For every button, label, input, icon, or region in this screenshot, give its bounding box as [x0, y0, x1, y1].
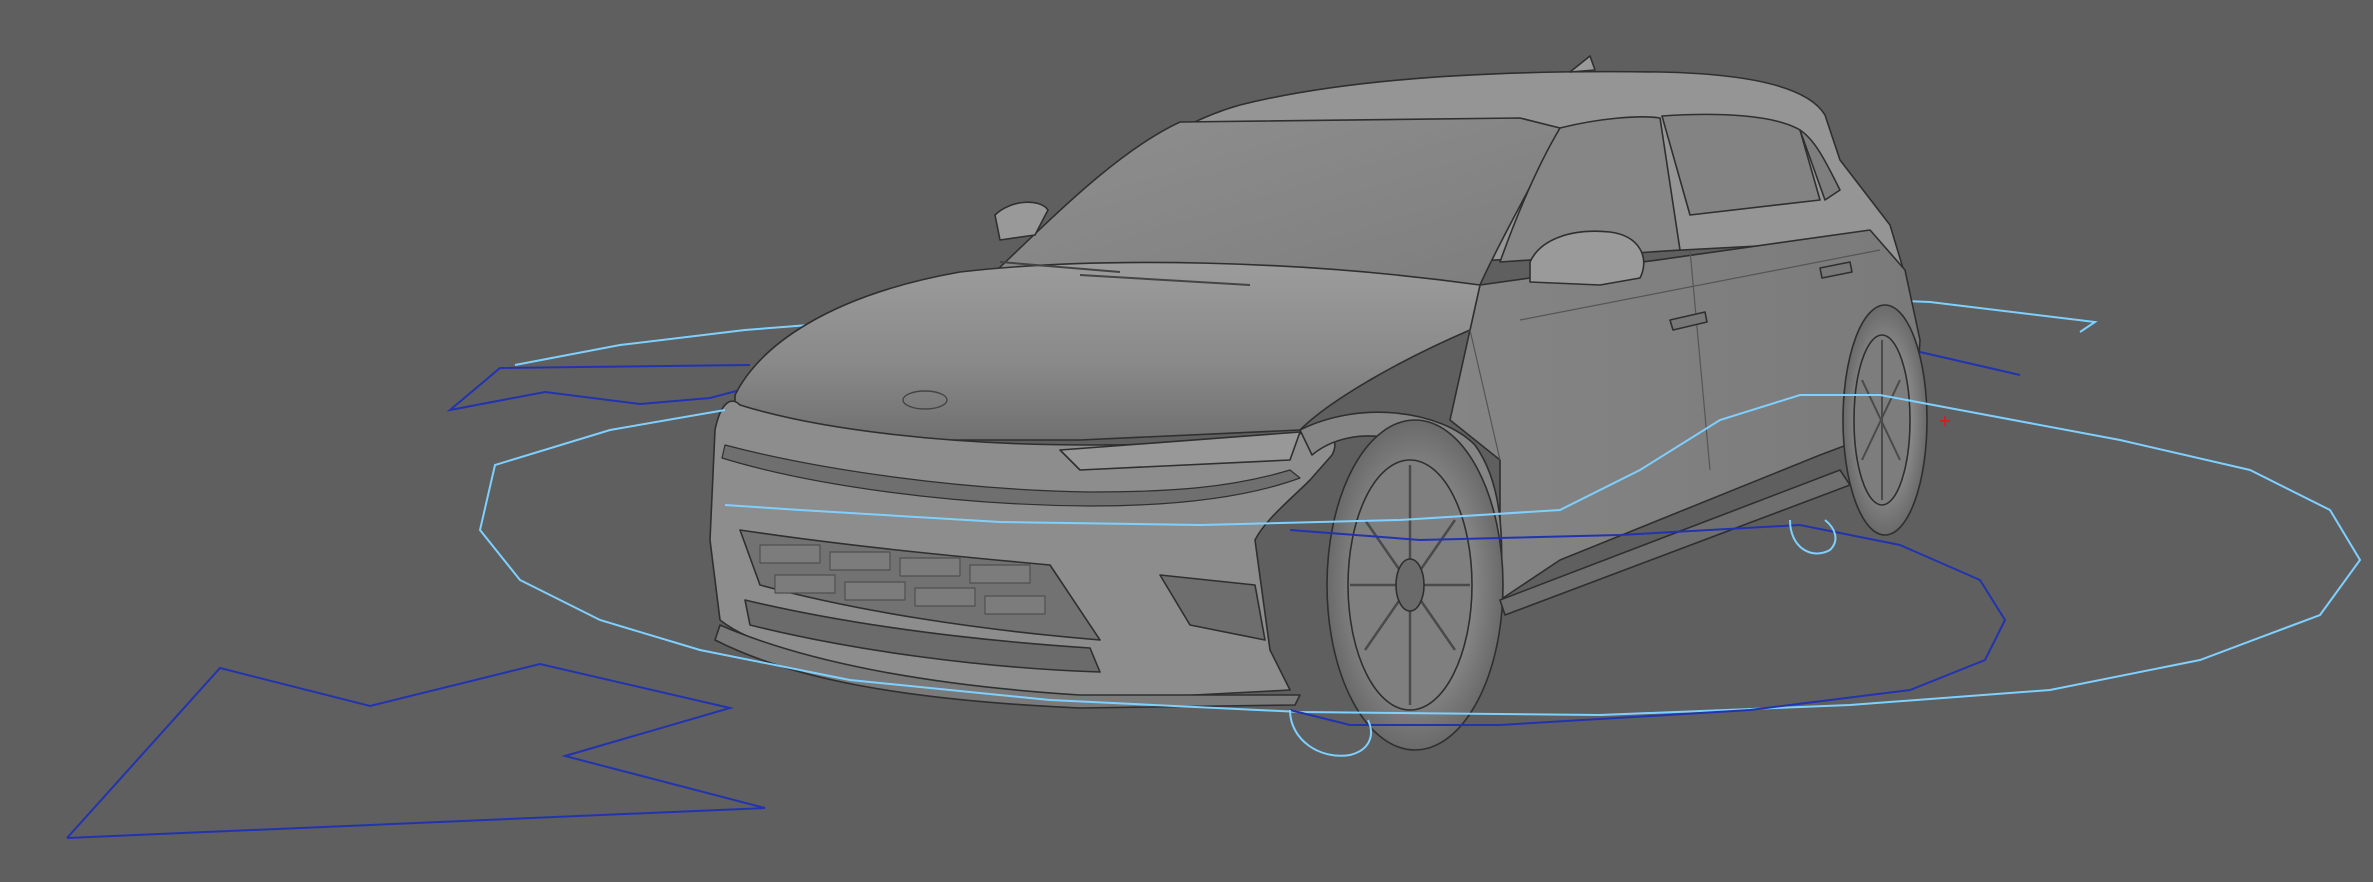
front-wheel-rotate-control	[1289, 709, 1372, 757]
car-model[interactable]	[709, 55, 1928, 751]
pivot-cross-icon[interactable]	[1940, 416, 1950, 426]
rear-direction-curve	[1919, 351, 2021, 376]
roof-antenna	[1569, 55, 1596, 73]
root-move-arrow-control	[66, 662, 766, 839]
grille-slat	[774, 574, 836, 594]
side-window-rear	[1661, 113, 1821, 216]
grille-slat	[969, 564, 1031, 584]
grille-slat	[914, 587, 976, 607]
grille-slat	[899, 557, 961, 577]
grille-slat	[844, 581, 906, 601]
left-pointer-curve	[446, 364, 771, 412]
grille-slat	[984, 595, 1046, 615]
front-wheel-hub	[1395, 558, 1425, 612]
grille-slat	[759, 544, 821, 564]
grille-slat	[829, 551, 891, 571]
3d-viewport[interactable]	[0, 0, 2373, 882]
viewport-canvas[interactable]	[0, 0, 2373, 882]
